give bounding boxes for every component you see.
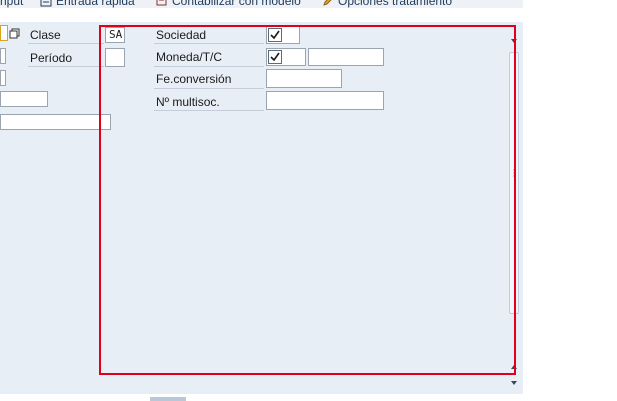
periodo-underline [28,66,104,67]
scroll-down-icon[interactable] [508,378,520,388]
sociedad-label: Sociedad [156,28,207,42]
toolbar-item-post-with-model[interactable]: Contabilizar con modelo [156,0,301,8]
left-field-5[interactable] [0,114,111,130]
toolbar-item-post-with-model-label: Contabilizar con modelo [172,0,301,8]
multisoc-label: Nº multisoc. [156,95,220,109]
scrollbar-thumb[interactable] [509,52,519,314]
clase-input[interactable]: SA [105,27,125,43]
check-icon [270,30,280,40]
left-field-3[interactable] [0,70,6,86]
check-icon [270,52,280,62]
feconv-label: Fe.conversión [156,72,232,86]
copy-icon[interactable] [8,27,22,41]
periodo-label: Período [30,51,73,65]
toolbar-item-processing-options[interactable]: Opciones tratamiento [322,0,452,8]
tipo-cambio-input[interactable] [308,48,384,66]
scroll-down-small-icon[interactable] [508,362,520,372]
quick-entry-icon [40,0,52,7]
vertical-scrollbar[interactable] [508,30,520,388]
moneda-label: Moneda/T/C [156,50,223,64]
model-post-icon [156,0,167,6]
left-field-1[interactable] [0,25,8,41]
header-data-panel: Clase SA Período Sociedad Moneda/T/C Fe.… [0,22,523,394]
clase-underline [28,43,104,44]
toolbar-item-input[interactable]: nput [0,0,23,8]
application-toolbar: nput Entrada rápida Contabilizar con mod… [0,0,523,8]
toolbar-item-processing-options-label: Opciones tratamiento [338,0,453,8]
sociedad-checkbox[interactable] [268,28,282,42]
scroll-up-icon[interactable] [508,36,520,46]
bottom-tab-indicator[interactable] [150,397,186,401]
toolbar-item-quick-entry-label: Entrada rápida [56,0,135,8]
feconv-underline [154,88,264,89]
multisoc-underline [154,110,264,111]
pencil-icon [323,0,332,6]
toolbar-item-input-label: nput [0,0,24,8]
moneda-underline [154,66,264,67]
moneda-checkbox[interactable] [268,50,282,64]
multisoc-input[interactable] [266,91,384,110]
left-field-2[interactable] [0,48,6,64]
left-field-4[interactable] [0,91,48,107]
feconv-input[interactable] [266,69,342,88]
toolbar-item-quick-entry[interactable]: Entrada rápida [40,0,135,8]
periodo-input[interactable] [105,48,125,67]
clase-label: Clase [30,28,61,42]
sociedad-underline [154,43,264,44]
